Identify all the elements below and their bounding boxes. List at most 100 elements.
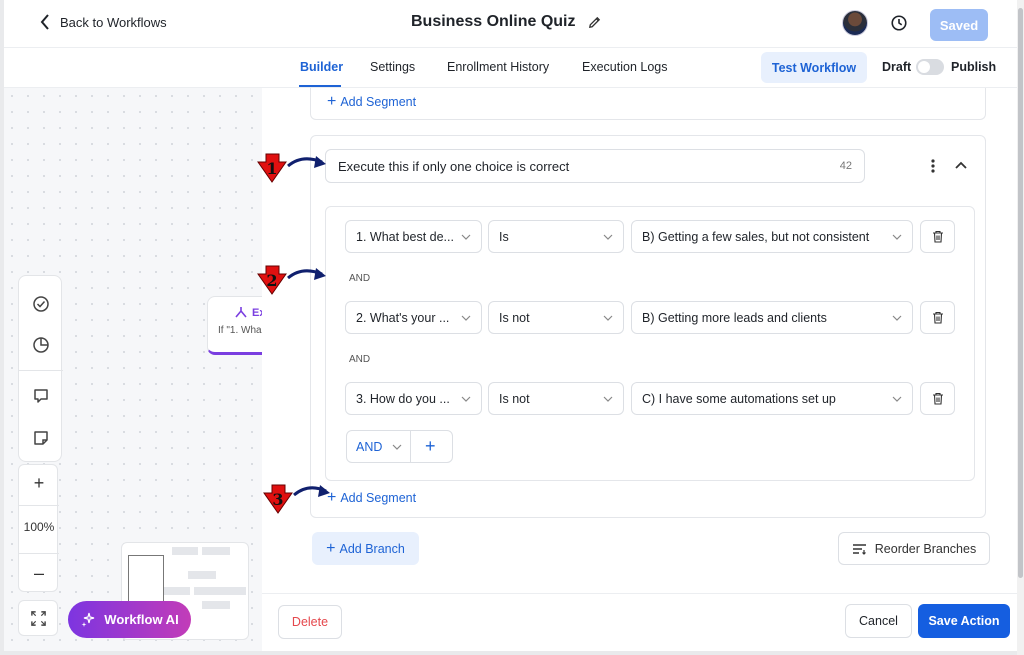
- publish-toggle[interactable]: [916, 59, 944, 75]
- branch-split-icon: [235, 307, 247, 318]
- action-config-panel: + Add Segment Execute this if only one c…: [262, 88, 1017, 651]
- minimap-node: [188, 571, 216, 579]
- chevron-left-icon: [40, 14, 49, 30]
- comment-icon[interactable]: [31, 386, 51, 406]
- minimap-node: [202, 547, 230, 555]
- saved-button[interactable]: Saved: [930, 9, 988, 41]
- zoom-in-button[interactable]: +: [19, 473, 59, 494]
- pie-chart-icon[interactable]: [31, 335, 51, 355]
- fit-view-button[interactable]: [18, 600, 58, 636]
- marker-number: 2: [266, 271, 277, 290]
- chevron-down-icon: [392, 444, 402, 450]
- chevron-down-icon: [461, 396, 471, 402]
- zoom-controls: + 100% –: [18, 464, 59, 592]
- divider: [410, 431, 411, 462]
- logic-operator-select[interactable]: AND: [356, 440, 382, 454]
- sparkle-icon: [81, 612, 95, 627]
- operator-select[interactable]: Is not: [488, 301, 624, 334]
- workflow-canvas[interactable]: + 100% – Ex If "1. Wha Workflow AI: [4, 88, 267, 651]
- and-connector-label: AND: [349, 354, 371, 365]
- chevron-down-icon: [892, 234, 902, 240]
- annotation-marker-2: 2: [256, 260, 336, 300]
- delete-rule-button[interactable]: [920, 301, 955, 334]
- delete-rule-button[interactable]: [920, 382, 955, 415]
- minimap-node: [164, 587, 190, 595]
- save-action-button[interactable]: Save Action: [918, 604, 1010, 638]
- user-avatar[interactable]: [842, 10, 868, 36]
- draft-label: Draft: [882, 60, 912, 74]
- question-select[interactable]: 1. What best de...: [345, 220, 482, 253]
- annotation-marker-1: 1: [256, 148, 336, 188]
- operator-select[interactable]: Is: [488, 220, 624, 253]
- add-segment-link-top[interactable]: + Add Segment: [327, 93, 416, 110]
- workflow-node-card[interactable]: Ex If "1. Wha: [207, 296, 267, 355]
- question-value: 2. What's your ...: [356, 310, 450, 325]
- tab-execution-logs[interactable]: Execution Logs: [582, 60, 667, 74]
- branch-name-value: Execute this if only one choice is corre…: [338, 158, 570, 174]
- sticky-note-icon[interactable]: [31, 428, 51, 448]
- value-select[interactable]: C) I have some automations set up: [631, 382, 913, 415]
- operator-select[interactable]: Is not: [488, 382, 624, 415]
- chevron-down-icon: [603, 315, 613, 321]
- check-circle-icon[interactable]: [31, 294, 51, 314]
- zoom-divider: [19, 553, 59, 554]
- page-scrollbar[interactable]: [1017, 0, 1024, 655]
- minimap-node: [202, 601, 230, 609]
- branch-name-input[interactable]: Execute this if only one choice is corre…: [325, 149, 865, 183]
- panel-footer: Delete Cancel Save Action: [262, 593, 1017, 651]
- more-vertical-icon[interactable]: [929, 158, 937, 174]
- trash-icon: [932, 311, 943, 324]
- answer-value: B) Getting a few sales, but not consiste…: [642, 229, 870, 244]
- reorder-lines-icon: [852, 543, 866, 555]
- and-connector-label: AND: [349, 273, 371, 284]
- app-window: Back to Workflows Business Online Quiz S…: [4, 0, 1017, 651]
- workflow-ai-button[interactable]: Workflow AI: [68, 601, 191, 638]
- trash-icon: [932, 230, 943, 243]
- previous-branch-card: + Add Segment: [310, 88, 986, 120]
- answer-value: C) I have some automations set up: [642, 391, 836, 406]
- branch-card: Execute this if only one choice is corre…: [310, 135, 986, 518]
- add-rule-button[interactable]: +: [425, 436, 436, 457]
- zoom-out-button[interactable]: –: [19, 563, 59, 584]
- question-select[interactable]: 2. What's your ...: [345, 301, 482, 334]
- page-title: Business Online Quiz: [411, 13, 576, 30]
- minimap-node: [172, 547, 198, 555]
- chevron-down-icon: [603, 396, 613, 402]
- active-tab-indicator: [299, 85, 341, 87]
- operator-value: Is not: [499, 391, 530, 406]
- add-segment-label: Add Segment: [340, 491, 417, 505]
- toolbox-divider: [19, 370, 63, 371]
- value-select[interactable]: B) Getting more leads and clients: [631, 301, 913, 334]
- test-workflow-button[interactable]: Test Workflow: [761, 52, 867, 83]
- marker-number: 3: [272, 490, 283, 509]
- logic-operator-group: AND +: [346, 430, 453, 463]
- back-to-workflows-link[interactable]: Back to Workflows: [38, 14, 167, 30]
- scrollbar-thumb[interactable]: [1018, 8, 1023, 578]
- plus-icon: +: [327, 93, 337, 110]
- add-branch-button[interactable]: + Add Branch: [312, 532, 419, 565]
- history-clock-icon[interactable]: [890, 14, 908, 32]
- cancel-button[interactable]: Cancel: [845, 604, 912, 638]
- question-value: 3. How do you ...: [356, 391, 450, 406]
- chevron-down-icon: [892, 396, 902, 402]
- question-value: 1. What best de...: [356, 229, 454, 244]
- reorder-branches-button[interactable]: Reorder Branches: [838, 532, 990, 565]
- operator-value: Is not: [499, 310, 530, 325]
- chevron-up-icon[interactable]: [954, 160, 968, 170]
- char-count: 42: [839, 160, 852, 172]
- delete-button[interactable]: Delete: [278, 605, 342, 639]
- tabs-row: Builder Settings Enrollment History Exec…: [4, 48, 1017, 88]
- tab-settings[interactable]: Settings: [370, 60, 415, 74]
- edit-pencil-icon[interactable]: [587, 15, 602, 30]
- top-bar: Back to Workflows Business Online Quiz S…: [4, 0, 1017, 48]
- chevron-down-icon: [461, 234, 471, 240]
- operator-value: Is: [499, 229, 509, 244]
- value-select[interactable]: B) Getting a few sales, but not consiste…: [631, 220, 913, 253]
- tab-enrollment-history[interactable]: Enrollment History: [447, 60, 549, 74]
- chevron-down-icon: [603, 234, 613, 240]
- zoom-divider: [19, 505, 59, 506]
- delete-rule-button[interactable]: [920, 220, 955, 253]
- tab-builder[interactable]: Builder: [300, 60, 343, 74]
- question-select[interactable]: 3. How do you ...: [345, 382, 482, 415]
- reorder-label: Reorder Branches: [874, 541, 977, 556]
